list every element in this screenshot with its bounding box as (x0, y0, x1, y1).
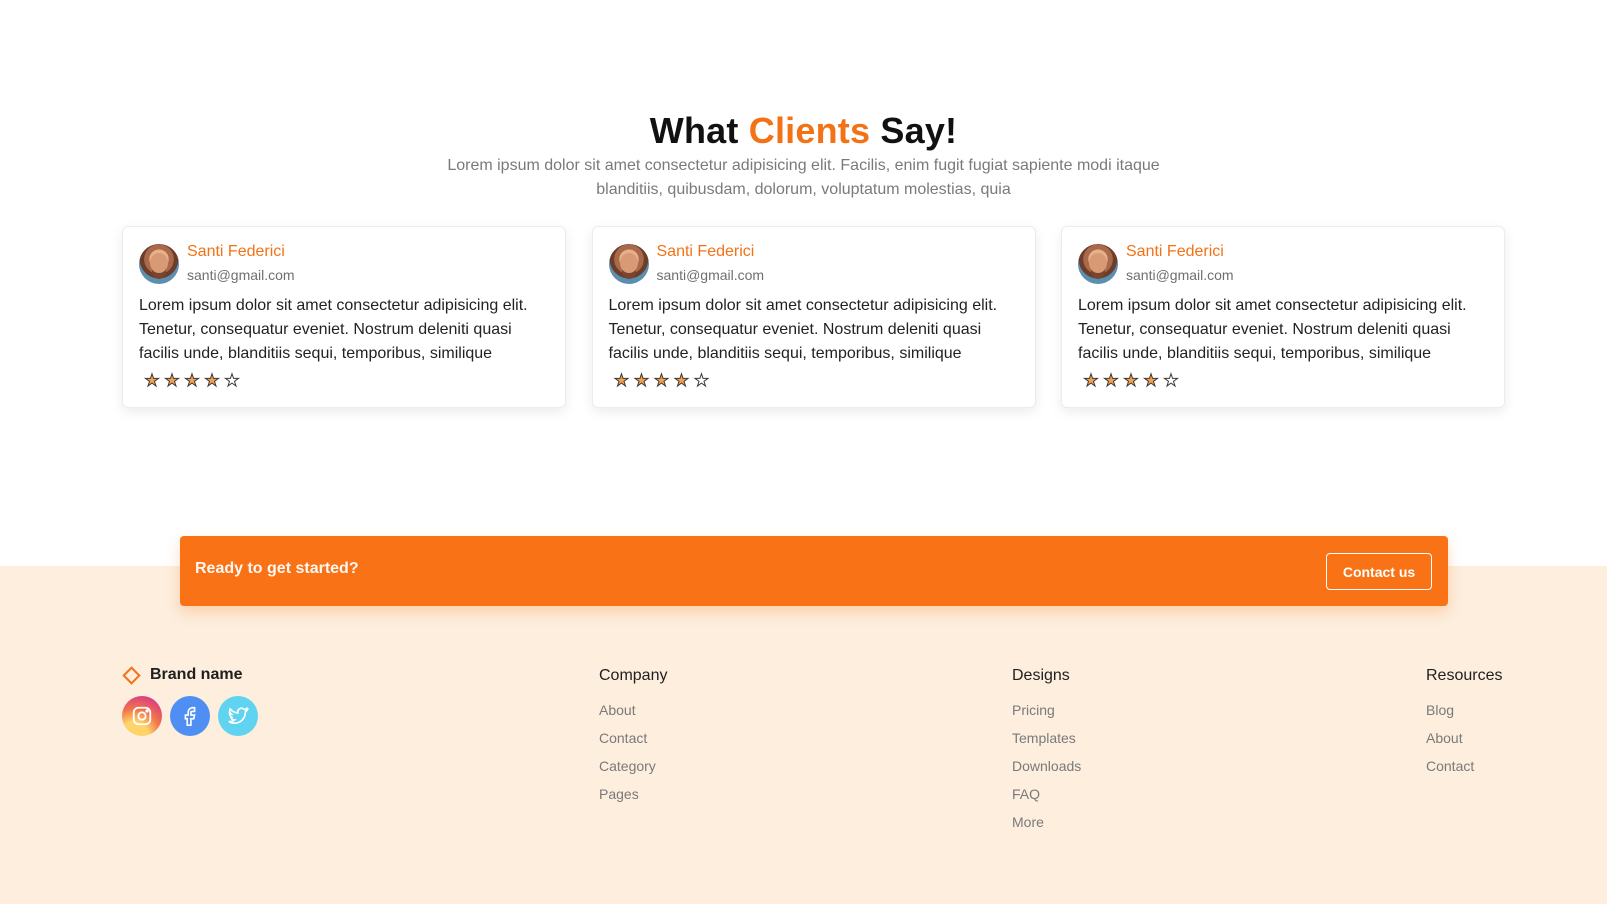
person-email: santi@gmail.com (656, 267, 765, 283)
star-empty-icon: ★ (224, 371, 240, 390)
person-info: Santi Federici santi@gmail.com (187, 242, 295, 286)
footer-link-category[interactable]: Category (599, 758, 656, 774)
footer-column-resources: Resources Blog About Contact (1426, 666, 1502, 780)
star-filled-icon: ★ (184, 371, 200, 390)
star-filled-icon: ★ (653, 371, 670, 390)
footer-link-about[interactable]: About (1426, 730, 1463, 746)
contact-us-button[interactable]: Contact us (1326, 553, 1432, 590)
column-title: Resources (1426, 667, 1503, 684)
avatar (1078, 244, 1118, 284)
footer-link-templates[interactable]: Templates (1012, 730, 1076, 746)
star-rating: ★ ★ ★ ★ ★ (139, 371, 549, 390)
star-filled-icon: ★ (164, 371, 180, 390)
column-title: Company (599, 667, 668, 684)
title-suffix: Say! (880, 110, 958, 151)
footer-link-more[interactable]: More (1012, 814, 1044, 830)
star-filled-icon: ★ (1123, 371, 1139, 390)
footer-link-pricing[interactable]: Pricing (1012, 702, 1055, 718)
column-links: About Contact Category Pages (599, 696, 667, 808)
title-prefix: What (649, 110, 739, 151)
column-links: Blog About Contact (1426, 696, 1502, 780)
instagram-icon[interactable] (122, 696, 162, 736)
avatar (608, 244, 649, 284)
star-empty-icon: ★ (693, 371, 710, 390)
social-links (122, 696, 258, 736)
footer-link-about[interactable]: About (599, 702, 636, 718)
star-filled-icon: ★ (1143, 371, 1159, 390)
star-rating: ★ ★ ★ ★ ★ (1078, 371, 1488, 390)
brand[interactable]: Brand name (122, 665, 243, 685)
section-subtitle: Lorem ipsum dolor sit amet consectetur a… (447, 157, 1160, 198)
person-email: santi@gmail.com (187, 267, 295, 283)
cta-banner: Ready to get started? Contact us (180, 536, 1448, 606)
star-filled-icon: ★ (1083, 371, 1099, 390)
avatar (139, 244, 179, 284)
footer-link-faq[interactable]: FAQ (1012, 786, 1040, 802)
footer-link-contact[interactable]: Contact (1426, 758, 1474, 774)
card-header: Santi Federici santi@gmail.com (139, 242, 549, 286)
testimonial-card: Santi Federici santi@gmail.com Lorem ips… (122, 226, 566, 408)
column-title: Designs (1012, 667, 1070, 684)
section-title: What Clients Say! (0, 110, 1607, 152)
person-info: Santi Federici santi@gmail.com (657, 242, 765, 286)
star-filled-icon: ★ (1103, 371, 1119, 390)
diamond-icon (122, 665, 141, 685)
testimonial-cards: Santi Federici santi@gmail.com Lorem ips… (122, 226, 1505, 408)
twitter-icon[interactable] (218, 696, 258, 736)
star-empty-icon: ★ (1163, 371, 1179, 390)
star-filled-icon: ★ (673, 371, 690, 390)
testimonial-quote: Lorem ipsum dolor sit amet consectetur a… (608, 297, 998, 362)
person-email: santi@gmail.com (1126, 267, 1234, 283)
footer-link-blog[interactable]: Blog (1426, 702, 1454, 718)
testimonial-card: Santi Federici santi@gmail.com Lorem ips… (1061, 226, 1505, 408)
card-header: Santi Federici santi@gmail.com (1078, 242, 1488, 286)
footer-column-designs: Designs Pricing Templates Downloads FAQ … (1012, 666, 1081, 836)
footer-link-pages[interactable]: Pages (599, 786, 639, 802)
star-filled-icon: ★ (613, 371, 630, 390)
title-accent: Clients (748, 110, 871, 151)
star-rating: ★ ★ ★ ★ ★ (609, 371, 1019, 390)
page: What Clients Say! Lorem ipsum dolor sit … (0, 0, 1607, 904)
star-filled-icon: ★ (144, 371, 160, 390)
star-filled-icon: ★ (633, 371, 650, 390)
cta-text: Ready to get started? (195, 560, 359, 577)
card-header: Santi Federici santi@gmail.com (608, 242, 1019, 286)
footer-link-downloads[interactable]: Downloads (1012, 758, 1081, 774)
footer-link-contact[interactable]: Contact (599, 730, 647, 746)
column-links: Pricing Templates Downloads FAQ More (1012, 696, 1081, 836)
person-name: Santi Federici (187, 243, 285, 260)
person-info: Santi Federici santi@gmail.com (1126, 242, 1234, 286)
footer-column-company: Company About Contact Category Pages (599, 666, 667, 808)
person-name: Santi Federici (1126, 243, 1224, 260)
person-name: Santi Federici (656, 243, 755, 260)
testimonial-quote: Lorem ipsum dolor sit amet consectetur a… (1078, 297, 1467, 362)
testimonials-section: What Clients Say! Lorem ipsum dolor sit … (0, 0, 1607, 566)
star-filled-icon: ★ (204, 371, 220, 390)
testimonial-quote: Lorem ipsum dolor sit amet consectetur a… (139, 297, 528, 362)
testimonial-card: Santi Federici santi@gmail.com Lorem ips… (591, 226, 1036, 408)
brand-name: Brand name (150, 666, 243, 683)
facebook-icon[interactable] (170, 696, 210, 736)
